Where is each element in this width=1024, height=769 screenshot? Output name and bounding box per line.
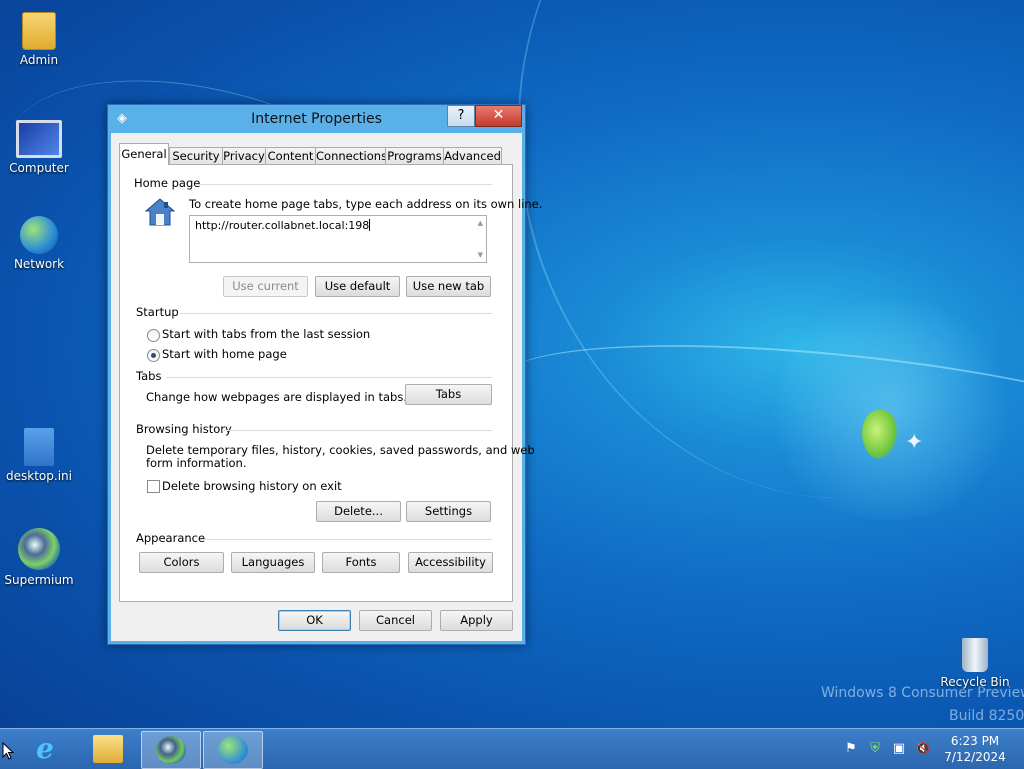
use-new-tab-button[interactable]: Use new tab <box>406 276 491 297</box>
internet-properties-dialog: ◈ Internet Properties ? ✕ General Securi… <box>107 104 542 645</box>
delete-on-exit-checkbox[interactable] <box>147 480 160 493</box>
scroll-down-arrow-icon[interactable]: ▼ <box>478 251 483 259</box>
desktop-icon-admin[interactable]: Admin <box>1 8 77 67</box>
recycle-bin-icon <box>962 638 988 672</box>
tab-advanced[interactable]: Advanced <box>443 147 502 164</box>
taskbar: e ⚑ ⛨ ▣ 🔇 6:23 PM 7/12/2024 <box>0 728 1024 769</box>
taskbar-internet-explorer[interactable]: e <box>16 731 74 767</box>
radio-last-session[interactable] <box>147 329 160 342</box>
supermium-icon <box>18 528 60 570</box>
taskbar-internet-properties[interactable] <box>203 731 263 769</box>
supermium-icon <box>156 736 186 764</box>
delete-button[interactable]: Delete... <box>316 501 401 522</box>
radio-last-session-label[interactable]: Start with tabs from the last session <box>162 327 370 341</box>
divider <box>196 184 492 185</box>
use-current-button[interactable]: Use current <box>223 276 308 297</box>
taskbar-file-explorer[interactable] <box>79 731 137 767</box>
mouse-cursor-icon <box>2 742 14 760</box>
taskbar-supermium[interactable] <box>141 731 201 769</box>
volume-muted-icon[interactable]: 🔇 <box>915 741 931 757</box>
desktop-icon-desktop-ini[interactable]: desktop.ini <box>1 424 77 483</box>
colors-button[interactable]: Colors <box>139 552 224 573</box>
tabs-button[interactable]: Tabs <box>405 384 492 405</box>
settings-file-icon <box>24 428 54 466</box>
clock-date: 7/12/2024 <box>944 750 1006 764</box>
divider <box>200 539 492 540</box>
desktop-icon-label: Computer <box>9 161 69 175</box>
wallpaper-leaf <box>862 410 898 460</box>
desktop-icon-supermium[interactable]: Supermium <box>1 528 77 587</box>
wallpaper-glow <box>760 300 1020 520</box>
browsing-history-description-line2: form information. <box>146 456 247 470</box>
ok-button[interactable]: OK <box>278 610 351 631</box>
radio-home-page[interactable] <box>147 349 160 362</box>
tabs-description: Change how webpages are displayed in tab… <box>146 390 407 404</box>
languages-button[interactable]: Languages <box>231 552 315 573</box>
divider <box>222 430 492 431</box>
desktop-icon-recycle-bin[interactable]: Recycle Bin <box>937 632 1013 689</box>
title-bar[interactable]: ◈ Internet Properties ? ✕ <box>108 105 525 133</box>
dialog-client-area: General Security Privacy Content Connect… <box>111 133 542 641</box>
internet-explorer-icon: e <box>36 732 54 765</box>
section-heading-home-page: Home page <box>134 176 201 190</box>
apply-button[interactable]: Apply <box>440 610 513 631</box>
watermark-line2: Build 8250 <box>949 708 1024 724</box>
tab-content[interactable]: Content <box>265 147 316 164</box>
network-tray-icon[interactable]: ▣ <box>891 741 907 757</box>
radio-home-page-label[interactable]: Start with home page <box>162 347 287 361</box>
computer-icon <box>16 120 62 158</box>
section-heading-tabs: Tabs <box>136 369 162 383</box>
desktop-icon-network[interactable]: Network <box>1 216 77 271</box>
file-explorer-icon <box>93 735 123 763</box>
clock[interactable]: 6:23 PM 7/12/2024 <box>940 733 1010 765</box>
tab-connections[interactable]: Connections <box>315 147 387 164</box>
security-shield-icon[interactable]: ⛨ <box>867 741 883 757</box>
network-icon <box>20 216 58 254</box>
clock-time: 6:23 PM <box>950 734 1000 748</box>
accessibility-button[interactable]: Accessibility <box>408 552 493 573</box>
home-page-address-value: http://router.collabnet.local:198 <box>195 219 371 232</box>
section-heading-browsing-history: Browsing history <box>136 422 232 436</box>
desktop-icon-label: Admin <box>19 53 59 67</box>
action-center-flag-icon[interactable]: ⚑ <box>843 741 859 757</box>
section-heading-appearance: Appearance <box>136 531 206 545</box>
wallpaper-bird: ✦ <box>905 430 924 455</box>
desktop-icon-label: Supermium <box>4 573 74 587</box>
home-page-instruction: To create home page tabs, type each addr… <box>189 197 543 211</box>
desktop-icon-label: desktop.ini <box>6 469 72 483</box>
tab-programs[interactable]: Programs <box>385 147 444 164</box>
browsing-history-description-line1: Delete temporary files, history, cookies… <box>146 443 535 457</box>
user-folder-icon <box>22 12 56 50</box>
cancel-button[interactable]: Cancel <box>359 610 432 631</box>
help-button[interactable]: ? <box>447 105 475 127</box>
tab-security[interactable]: Security <box>169 147 223 164</box>
radio-selected-dot <box>151 353 156 358</box>
home-page-address-textarea[interactable]: http://router.collabnet.local:198 ▲ ▼ <box>189 215 487 263</box>
desktop-icon-label: Recycle Bin <box>940 675 1010 689</box>
use-default-button[interactable]: Use default <box>315 276 400 297</box>
section-heading-startup: Startup <box>136 305 179 319</box>
settings-button[interactable]: Settings <box>406 501 491 522</box>
fonts-button[interactable]: Fonts <box>322 552 400 573</box>
internet-properties-icon <box>218 736 248 764</box>
close-button[interactable]: ✕ <box>475 105 522 127</box>
tab-privacy[interactable]: Privacy <box>222 147 266 164</box>
tab-general[interactable]: General <box>119 143 169 165</box>
home-page-icon <box>144 198 176 226</box>
desktop-icon-label: Network <box>13 257 65 271</box>
general-tab-panel: Home page To create home page tabs, type… <box>119 164 542 602</box>
delete-on-exit-label[interactable]: Delete browsing history on exit <box>162 479 342 493</box>
desktop-icon-computer[interactable]: Computer <box>1 112 77 175</box>
scroll-up-arrow-icon[interactable]: ▲ <box>478 219 483 227</box>
divider <box>166 377 492 378</box>
divider <box>180 313 492 314</box>
